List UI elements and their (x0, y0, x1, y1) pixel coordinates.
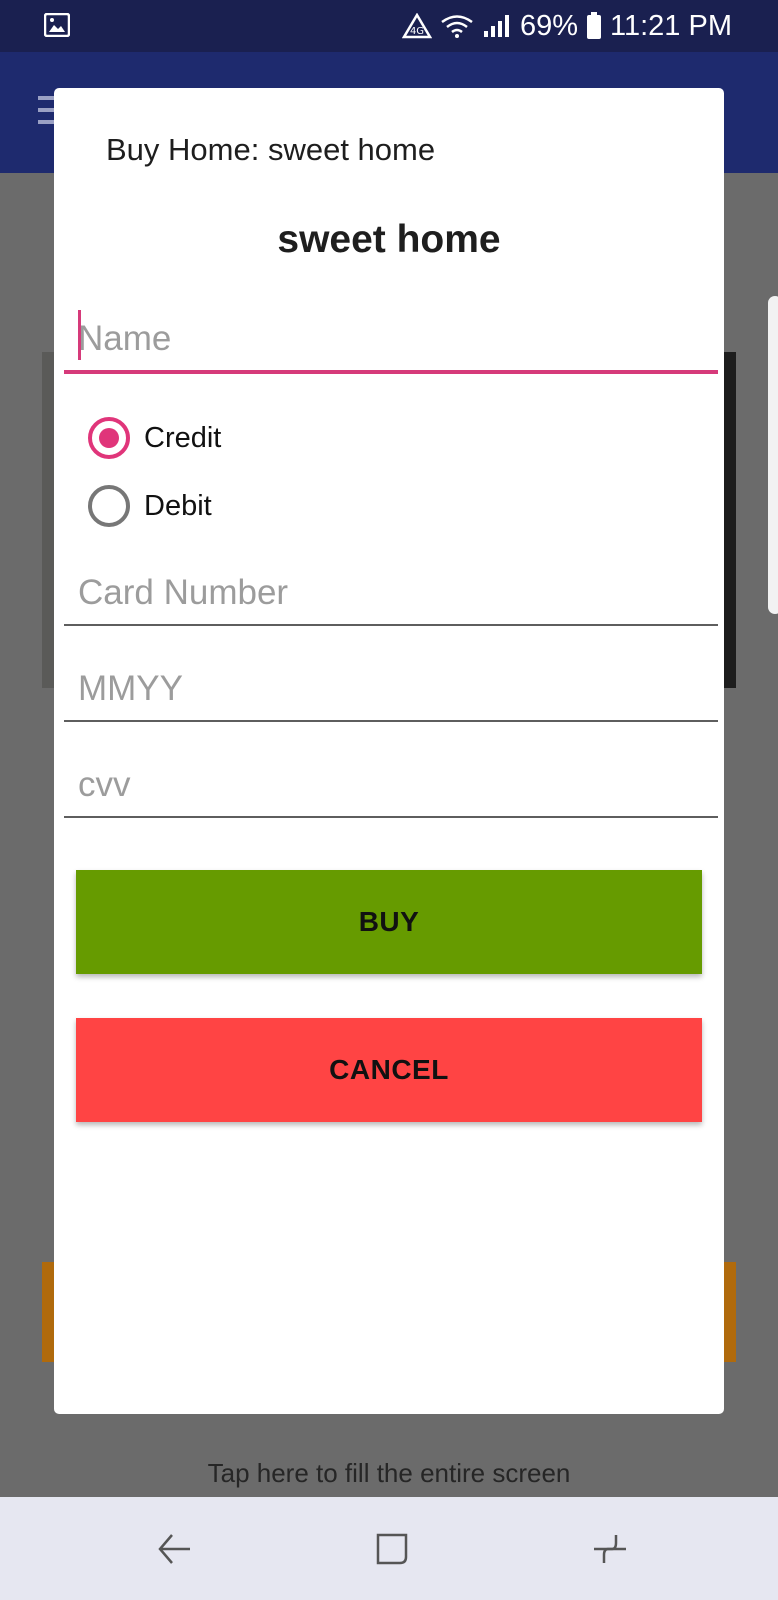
name-field[interactable] (64, 300, 718, 374)
debit-radio[interactable] (88, 485, 130, 527)
screen: 4G 69% 11:21 PM Buy Home: sweet home swe… (0, 0, 778, 1600)
home-name-heading: sweet home (277, 218, 501, 261)
signal-icon (482, 13, 512, 39)
svg-text:4G: 4G (410, 26, 424, 37)
expiry-field[interactable] (64, 648, 718, 722)
card-number-input[interactable] (78, 568, 698, 618)
data-saver-icon: 4G (401, 13, 432, 39)
scroll-handle[interactable] (768, 296, 778, 614)
cancel-button[interactable]: CANCEL (76, 1018, 702, 1122)
clock: 11:21 PM (610, 9, 732, 42)
fill-screen-hint[interactable]: Tap here to fill the entire screen (0, 1458, 778, 1489)
text-cursor (78, 310, 81, 360)
navigation-bar (0, 1497, 778, 1600)
recents-icon[interactable] (580, 1521, 640, 1577)
debit-option[interactable]: Debit (88, 482, 212, 530)
credit-radio[interactable] (88, 417, 130, 459)
buy-home-dialog: Buy Home: sweet home sweet home Credit D… (54, 88, 724, 1414)
debit-label: Debit (144, 489, 212, 522)
battery-percent: 69% (519, 9, 579, 42)
cvv-field[interactable] (64, 744, 718, 818)
credit-option[interactable]: Credit (88, 414, 221, 462)
credit-label: Credit (144, 421, 222, 454)
name-input[interactable] (78, 314, 698, 364)
back-icon[interactable] (144, 1521, 204, 1577)
background-home-image-edge (724, 352, 736, 688)
status-icons: 4G 69% 11:21 PM (401, 6, 732, 46)
dialog-title: Buy Home: sweet home (106, 132, 436, 167)
cvv-input[interactable] (78, 760, 698, 810)
battery-icon (586, 12, 602, 40)
image-icon (43, 12, 71, 38)
home-icon[interactable] (362, 1521, 422, 1577)
buy-button[interactable]: BUY (76, 870, 702, 974)
card-number-field[interactable] (64, 552, 718, 626)
expiry-input[interactable] (78, 664, 698, 714)
wifi-icon (440, 13, 474, 39)
status-bar: 4G 69% 11:21 PM (0, 0, 778, 52)
